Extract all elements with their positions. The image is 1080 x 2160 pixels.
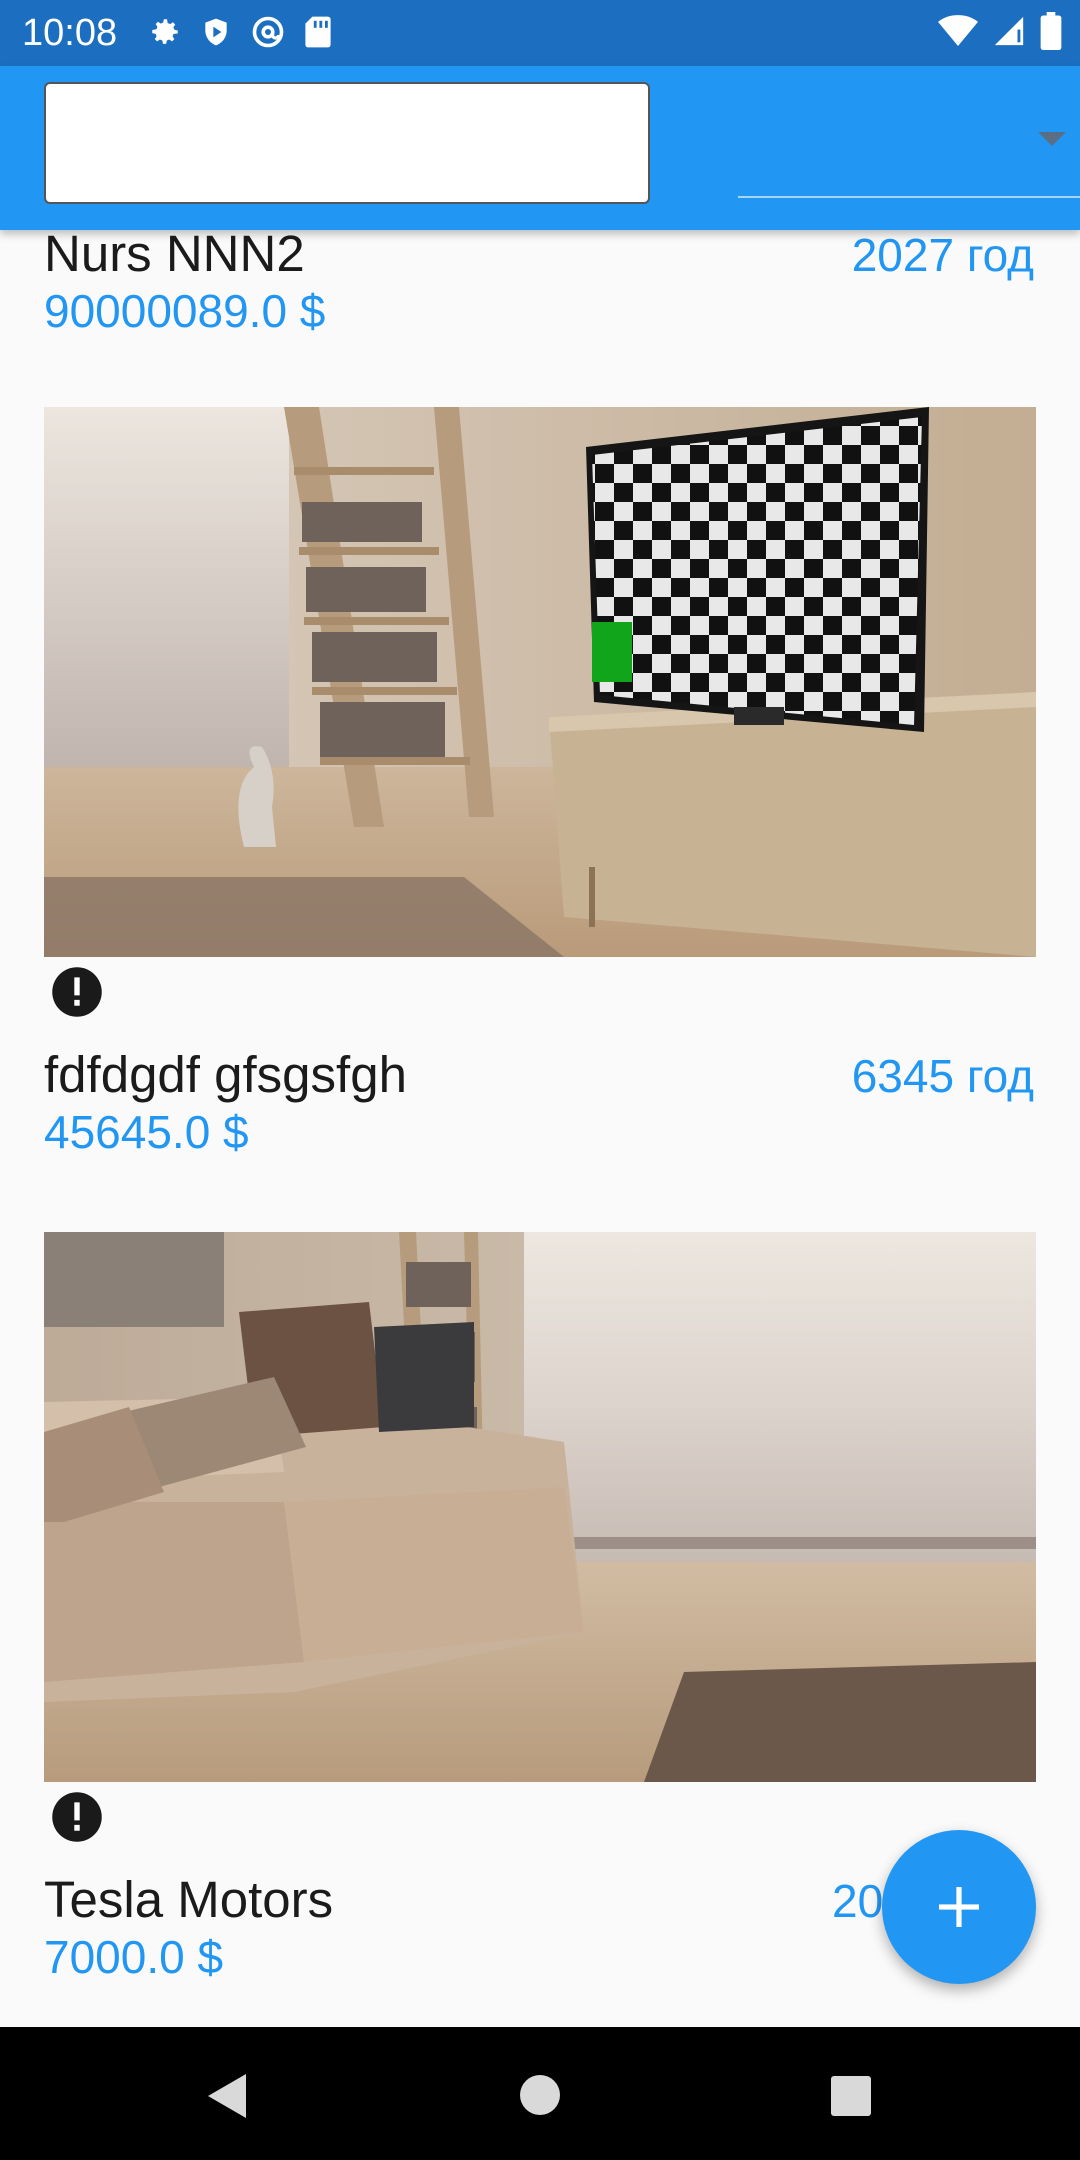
status-icons-left — [148, 14, 332, 50]
alert-circle-icon — [52, 967, 102, 1017]
item-price: 90000089.0 $ — [44, 285, 326, 337]
status-icons-right — [938, 12, 1062, 50]
filter-dropdown[interactable] — [738, 106, 1080, 198]
listing-list[interactable]: Nurs NNN2 2027 год 90000089.0 $ fdfdgdf … — [0, 230, 1080, 2027]
add-item-button[interactable] — [882, 1830, 1036, 1984]
at-sync-icon — [252, 16, 284, 48]
recents-icon[interactable] — [830, 2075, 872, 2117]
living-room-sofa-photo — [44, 1232, 1036, 1782]
alert-circle-icon — [52, 1792, 102, 1842]
item-price: 45645.0 $ — [44, 1106, 249, 1158]
item-year: 20 — [832, 1875, 884, 1927]
system-nav-bar — [0, 2027, 1080, 2160]
sd-card-icon — [305, 16, 331, 48]
wifi-icon — [938, 15, 978, 46]
back-icon[interactable] — [204, 2071, 250, 2121]
plus-icon — [939, 1887, 979, 1927]
item-title: Nurs NNN2 — [44, 230, 305, 282]
dropdown-arrow-icon — [1038, 132, 1066, 146]
app-bar — [0, 66, 1080, 230]
status-bar: 10:08 — [0, 0, 1080, 66]
shield-icon — [205, 18, 227, 46]
status-time: 10:08 — [22, 12, 118, 54]
item-year: 2027 год — [851, 230, 1034, 281]
signal-icon — [994, 16, 1024, 46]
item-year: 6345 год — [851, 1050, 1034, 1102]
list-item[interactable]: Nurs NNN2 2027 год 90000089.0 $ — [44, 230, 1036, 344]
item-title: Tesla Motors — [44, 1871, 334, 1928]
item-title: fdfdgdf gfsgsfgh — [44, 1046, 407, 1103]
gear-icon — [152, 19, 178, 44]
living-room-tv-photo — [44, 407, 1036, 957]
search-input[interactable] — [44, 82, 650, 204]
home-icon[interactable] — [518, 2073, 562, 2117]
battery-icon — [1040, 12, 1062, 50]
item-price: 7000.0 $ — [44, 1931, 224, 1983]
list-item[interactable]: fdfdgdf gfsgsfgh 6345 год 45645.0 $ — [44, 407, 1036, 1187]
